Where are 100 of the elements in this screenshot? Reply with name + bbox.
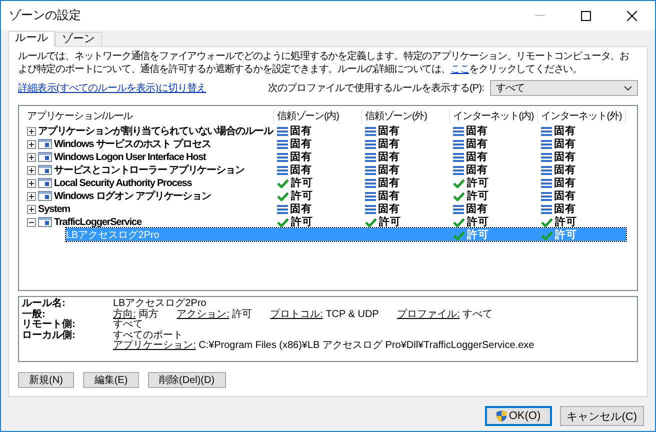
column-header[interactable]: インターネット(外) bbox=[538, 110, 626, 124]
permission-cell: 固有 bbox=[538, 163, 626, 177]
permission-cell: 固有 bbox=[274, 202, 362, 216]
check-icon bbox=[453, 192, 465, 200]
detail-label: 一般: bbox=[22, 310, 46, 320]
detail-value: LBアクセスログ2Pro bbox=[113, 299, 206, 309]
permission-cell: 固有 bbox=[538, 176, 626, 190]
permission-cell: 固有 bbox=[450, 150, 538, 164]
lines-icon bbox=[541, 192, 552, 200]
rule-row[interactable]: System 固有 固有 固有 固有 bbox=[24, 202, 632, 215]
rule-row[interactable]: サービスとコントローラー アプリケーション 固有 固有 固有 固有 bbox=[24, 163, 632, 176]
permission-cell: 許可 bbox=[450, 215, 538, 229]
detail-label: ルール名: bbox=[22, 299, 66, 309]
lines-icon bbox=[277, 204, 288, 214]
permission-cell: 固有 bbox=[450, 137, 538, 151]
permission-cell: 固有 bbox=[362, 189, 450, 203]
window-title: ゾーンの設定 bbox=[9, 7, 82, 24]
permission-cell: 固有 bbox=[538, 202, 626, 216]
permission-cell: 固有 bbox=[450, 124, 538, 138]
expand-icon[interactable] bbox=[27, 152, 36, 162]
permission-cell: 許可 bbox=[274, 189, 362, 203]
permission-cell: 固有 bbox=[362, 124, 450, 138]
expand-icon[interactable] bbox=[27, 178, 36, 188]
rule-name[interactable]: Local Security Authority Process bbox=[54, 178, 192, 188]
permission-cell: 許可 bbox=[450, 189, 538, 203]
maximize-icon[interactable] bbox=[581, 10, 591, 20]
permission-cell: 固有 bbox=[362, 202, 450, 216]
permission-cell: 固有 bbox=[538, 124, 626, 138]
rule-row[interactable]: アプリケーションが割り当てられていない場合のルール 固有 固有 固有 固有 bbox=[24, 124, 632, 137]
expand-icon[interactable] bbox=[27, 166, 36, 174]
rule-action-button[interactable]: 編集(E) bbox=[83, 372, 139, 388]
close-icon[interactable] bbox=[627, 10, 637, 20]
detail-value: アプリケーション: C:¥Program Files (x86)¥LB アクセスログ Pro¥Dll¥TrafficLoggerService.exe bbox=[113, 341, 534, 352]
expand-icon[interactable] bbox=[27, 204, 36, 214]
rule-action-button[interactable]: 削除(Del)(D) bbox=[148, 372, 226, 388]
permission-cell: 固有 bbox=[362, 163, 450, 177]
column-header[interactable]: インターネット(内) bbox=[450, 110, 538, 124]
check-icon bbox=[541, 218, 553, 226]
check-icon bbox=[453, 178, 465, 188]
permission-cell: 許可 bbox=[450, 228, 538, 242]
column-header[interactable]: 信頼ゾーン(内) bbox=[274, 110, 362, 124]
lines-icon bbox=[365, 204, 376, 214]
lines-icon bbox=[365, 126, 376, 136]
permission-cell: 許可 bbox=[538, 215, 626, 229]
rule-name[interactable]: Windows サービスのホスト プロセス bbox=[54, 137, 211, 151]
rule-name[interactable]: TrafficLoggerService bbox=[54, 216, 142, 228]
tab[interactable]: ゾーン bbox=[55, 32, 102, 46]
rule-row[interactable]: Local Security Authority Process 許可 固有 許可 固有 bbox=[24, 176, 632, 189]
lines-icon bbox=[277, 166, 288, 174]
rule-action-button[interactable]: 新規(N) bbox=[18, 372, 74, 388]
rule-row[interactable]: Windows Logon User Interface Host 固有 固有 固有 固有 bbox=[24, 150, 632, 163]
application-icon bbox=[38, 191, 52, 201]
check-icon bbox=[365, 218, 377, 226]
lines-icon bbox=[541, 178, 552, 188]
expand-icon[interactable] bbox=[27, 192, 36, 200]
detail-label: リモート側: bbox=[22, 320, 76, 330]
rule-name[interactable]: Windows ログオン アプリケーション bbox=[54, 189, 211, 203]
lines-icon bbox=[453, 204, 464, 214]
help-link[interactable]: ここ bbox=[450, 64, 470, 75]
application-icon bbox=[38, 217, 52, 227]
lines-icon bbox=[365, 192, 376, 200]
permission-cell: 固有 bbox=[274, 124, 362, 138]
column-header[interactable]: アプリケーション/ルール bbox=[24, 110, 274, 124]
rule-name[interactable]: サービスとコントローラー アプリケーション bbox=[54, 163, 244, 177]
check-icon bbox=[541, 230, 553, 240]
lines-icon bbox=[453, 166, 464, 174]
column-header[interactable]: 信頼ゾーン(外) bbox=[362, 110, 450, 124]
application-icon bbox=[38, 139, 52, 149]
permission-cell: 固有 bbox=[362, 150, 450, 164]
cancel-button[interactable]: キャンセル(C) bbox=[560, 406, 644, 426]
permission-cell: 許可 bbox=[274, 215, 362, 229]
collapse-icon[interactable] bbox=[27, 218, 36, 226]
detail-view-link[interactable]: 詳細表示(すべてのルールを表示)に切り替え bbox=[18, 81, 206, 95]
chevron-down-icon bbox=[624, 86, 632, 90]
detail-value: プロファイル: すべて bbox=[396, 310, 492, 320]
rule-name[interactable]: System bbox=[38, 204, 70, 214]
lines-icon bbox=[541, 204, 552, 214]
permission-cell: 許可 bbox=[362, 215, 450, 229]
permission-cell: 固有 bbox=[538, 150, 626, 164]
lines-icon bbox=[365, 178, 376, 188]
expand-icon[interactable] bbox=[27, 126, 36, 136]
description-text: ルールでは、ネットワーク通信をファイアウォールでどのように処理するかを定義します。特定のアプリケーション、リモートコンピュータ、および特定のポートについて、通信を許可するか遮断するかを設定できます。ルールの詳細については、ここをクリックしてください。 bbox=[18, 50, 630, 76]
tab[interactable]: ルール bbox=[8, 31, 55, 47]
rule-name[interactable]: Windows Logon User Interface Host bbox=[54, 152, 206, 162]
permission-cell: 許可 bbox=[538, 228, 626, 242]
permission-cell: 固有 bbox=[450, 202, 538, 216]
lines-icon bbox=[541, 152, 552, 162]
application-icon bbox=[38, 178, 52, 188]
detail-value: 方向: 両方 bbox=[113, 310, 159, 320]
rule-row[interactable]: Windows ログオン アプリケーション 許可 固有 許可 固有 bbox=[24, 189, 632, 202]
check-icon bbox=[277, 192, 289, 200]
lines-icon bbox=[541, 126, 552, 136]
expand-icon[interactable] bbox=[27, 140, 36, 148]
application-icon bbox=[38, 152, 52, 162]
detail-label: ローカル側: bbox=[22, 330, 76, 341]
rule-name[interactable]: アプリケーションが割り当てられていない場合のルール bbox=[38, 124, 274, 138]
ok-button[interactable]: OK(O) bbox=[484, 406, 552, 426]
rule-row[interactable]: Windows サービスのホスト プロセス 固有 固有 固有 固有 bbox=[24, 137, 632, 150]
lines-icon bbox=[453, 140, 464, 148]
profile-dropdown[interactable]: すべて bbox=[490, 80, 638, 96]
